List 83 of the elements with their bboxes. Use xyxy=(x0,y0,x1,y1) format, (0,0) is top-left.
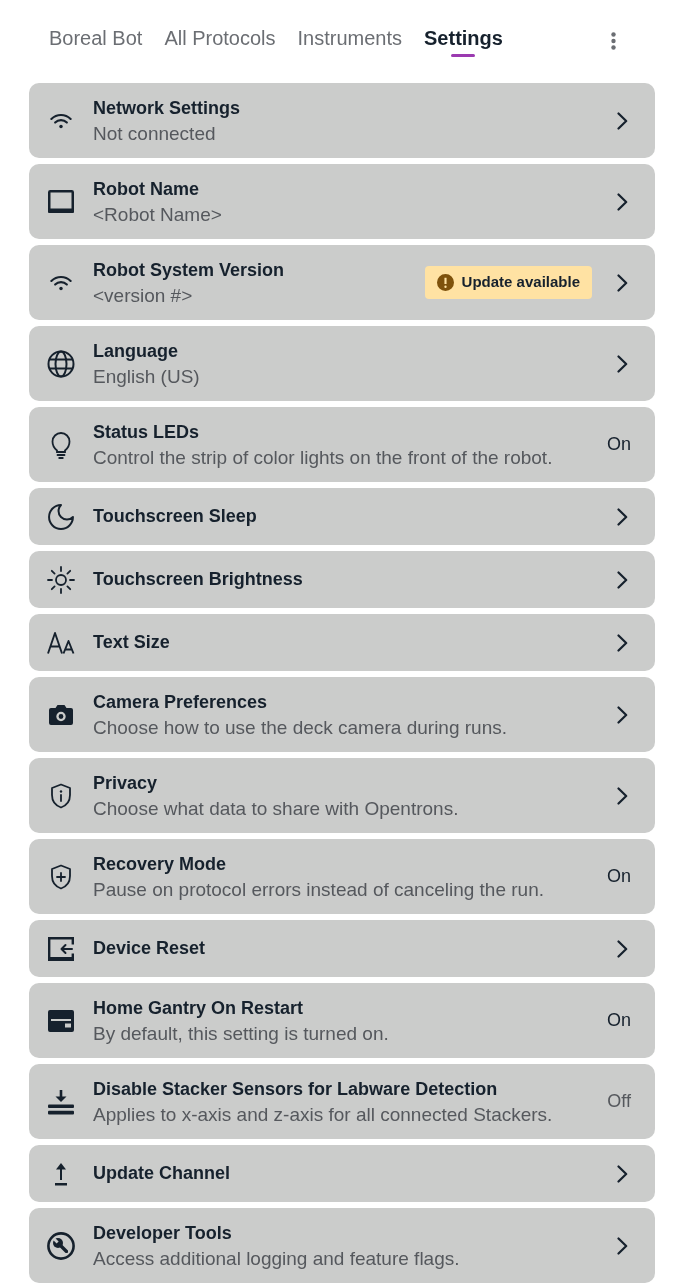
wifi-icon xyxy=(50,112,72,129)
setting-title: Device Reset xyxy=(93,937,207,960)
settings-row[interactable]: Robot System Version <version #> Update available xyxy=(29,245,655,320)
setting-description: <version #> xyxy=(93,283,194,308)
chevron-right-icon xyxy=(617,111,628,130)
sun-icon xyxy=(47,565,75,594)
setting-title: Text Size xyxy=(93,631,171,654)
chevron-right-icon xyxy=(617,705,628,724)
settings-row[interactable]: Language English (US) xyxy=(29,326,655,401)
wrench-icon xyxy=(47,1231,75,1260)
setting-description: English (US) xyxy=(93,364,201,389)
setting-value: On xyxy=(607,1009,631,1032)
chevron-right-icon xyxy=(617,1164,628,1183)
nav-tab[interactable]: All Protocols xyxy=(164,24,276,57)
setting-title: Language xyxy=(93,339,179,363)
settings-row[interactable]: Touchscreen Sleep xyxy=(29,488,655,545)
settings-row[interactable]: Text Size xyxy=(29,614,655,671)
settings-row[interactable]: Touchscreen Brightness xyxy=(29,551,655,608)
wifi-icon xyxy=(50,274,72,291)
camera-icon xyxy=(48,703,74,726)
setting-title: Recovery Mode xyxy=(93,852,228,876)
setting-title: Touchscreen Brightness xyxy=(93,568,304,591)
setting-title: Robot System Version xyxy=(93,258,286,282)
setting-title: Disable Stacker Sensors for Labware Detection xyxy=(93,1077,499,1101)
setting-title: Touchscreen Sleep xyxy=(93,505,258,528)
settings-row[interactable]: Device Reset xyxy=(29,920,655,977)
settings-row[interactable]: Robot Name <Robot Name> xyxy=(29,164,655,239)
settings-row[interactable]: Developer Tools Access additional logging and feature flags. xyxy=(29,1208,655,1283)
more-menu-button[interactable] xyxy=(611,32,616,50)
setting-title: Network Settings xyxy=(93,96,242,120)
screen-icon xyxy=(48,190,74,213)
gantry-icon xyxy=(48,1009,74,1032)
setting-description: <Robot Name> xyxy=(93,202,223,227)
setting-value: On xyxy=(607,433,631,456)
setting-description: Not connected xyxy=(93,121,217,146)
nav-tab[interactable]: Instruments xyxy=(297,24,403,57)
settings-row[interactable]: Status LEDs Control the strip of color lights on the front of the robot. On xyxy=(29,407,655,482)
setting-description: Control the strip of color lights on the front of the robot. xyxy=(93,445,554,470)
setting-description: Choose what data to share with Opentrons. xyxy=(93,796,460,821)
setting-description: Access additional logging and feature flags. xyxy=(93,1246,461,1271)
kebab-menu-icon xyxy=(611,32,616,50)
screen-arrow-icon xyxy=(48,936,74,961)
chevron-right-icon xyxy=(617,570,628,589)
settings-row[interactable]: Camera Preferences Choose how to use the deck camera during runs. xyxy=(29,677,655,752)
arrow-down-bars-icon xyxy=(48,1088,74,1115)
settings-row[interactable]: Recovery Mode Pause on protocol errors instead of canceling the run. On xyxy=(29,839,655,914)
setting-value: On xyxy=(607,865,631,888)
setting-description: Choose how to use the deck camera during runs. xyxy=(93,715,508,740)
text-size-icon xyxy=(47,631,75,654)
chevron-right-icon xyxy=(617,354,628,373)
settings-row[interactable]: Disable Stacker Sensors for Labware Detection Applies to x-axis and z-axis for all connected Stackers. Off xyxy=(29,1064,655,1139)
settings-row[interactable]: Update Channel xyxy=(29,1145,655,1202)
nav-tab[interactable]: Settings xyxy=(424,24,503,57)
chevron-right-icon xyxy=(617,273,628,292)
setting-title: Privacy xyxy=(93,771,159,795)
chevron-right-icon xyxy=(617,633,628,652)
lightbulb-icon xyxy=(51,430,71,459)
chevron-right-icon xyxy=(617,192,628,211)
settings-row[interactable]: Home Gantry On Restart By default, this setting is turned on. On xyxy=(29,983,655,1058)
nav-tab[interactable]: Boreal Bot xyxy=(49,24,143,57)
badge-text: Update available xyxy=(461,272,580,293)
setting-value: Off xyxy=(607,1090,631,1113)
setting-title: Camera Preferences xyxy=(93,690,269,714)
settings-row[interactable]: Privacy Choose what data to share with Opentrons. xyxy=(29,758,655,833)
setting-description: Applies to x-axis and z-axis for all connected Stackers. xyxy=(93,1102,554,1127)
chevron-right-icon xyxy=(617,939,628,958)
moon-icon xyxy=(48,503,74,530)
shield-info-icon xyxy=(50,782,72,809)
setting-title: Robot Name xyxy=(93,177,200,201)
setting-description: By default, this setting is turned on. xyxy=(93,1021,390,1046)
settings-row[interactable]: Network Settings Not connected xyxy=(29,83,655,158)
setting-title: Update Channel xyxy=(93,1162,231,1185)
alert-icon xyxy=(436,274,454,291)
chevron-right-icon xyxy=(617,1236,628,1255)
chevron-right-icon xyxy=(617,507,628,526)
setting-description: Pause on protocol errors instead of canceling the run. xyxy=(93,877,545,902)
chevron-right-icon xyxy=(617,786,628,805)
arrow-up-icon xyxy=(54,1161,68,1186)
globe-icon xyxy=(47,349,75,378)
setting-title: Status LEDs xyxy=(93,420,201,444)
shield-plus-icon xyxy=(50,863,72,890)
setting-title: Developer Tools xyxy=(93,1221,233,1245)
setting-title: Home Gantry On Restart xyxy=(93,996,305,1020)
